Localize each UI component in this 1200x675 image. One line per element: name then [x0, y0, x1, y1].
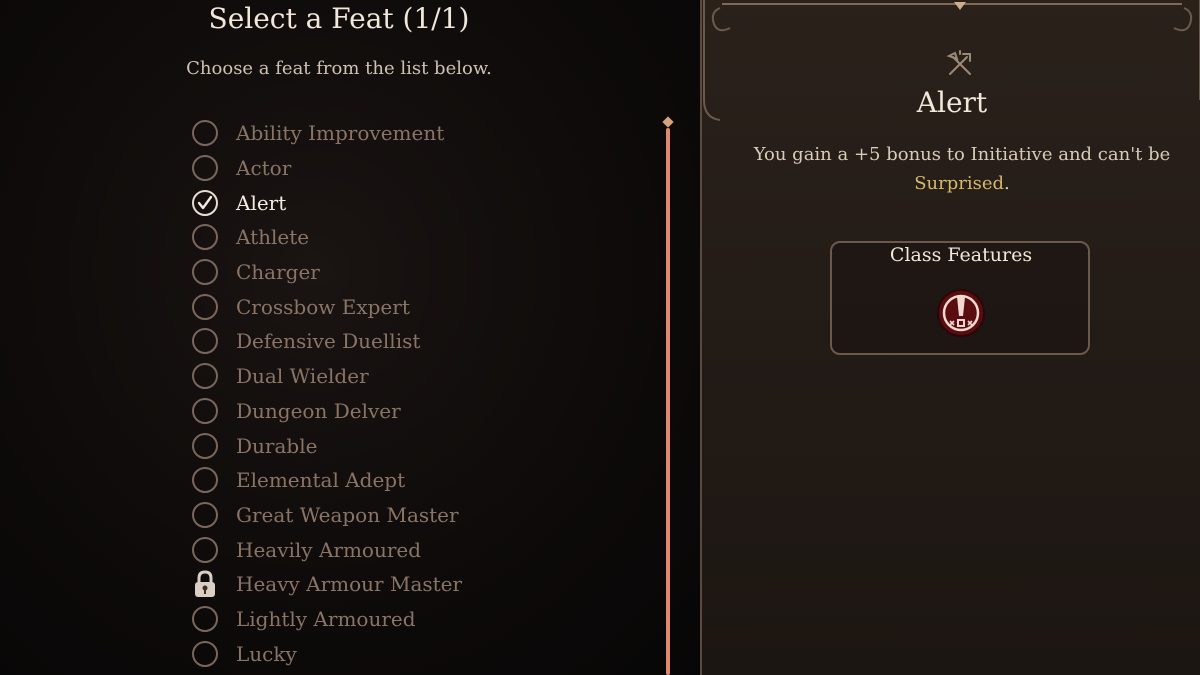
description-text: You gain a +5 bonus to Initiative and ca… — [753, 144, 1171, 165]
radio-icon[interactable] — [192, 224, 218, 251]
feat-label: Lightly Armoured — [236, 606, 416, 631]
page-subtitle: Choose a feat from the list below. — [186, 58, 492, 79]
feat-label: Athlete — [236, 225, 310, 250]
checkmark-icon — [197, 195, 213, 209]
radio-icon[interactable] — [192, 397, 218, 424]
page-title: Select a Feat (1/1) — [208, 2, 470, 35]
lock-icon — [195, 570, 215, 598]
feat-label: Lucky — [236, 641, 297, 666]
feat-label: Elemental Adept — [236, 468, 406, 493]
feat-label: Dual Wielder — [236, 364, 369, 389]
crossed-weapons-icon — [946, 50, 971, 75]
feat-label: Heavily Armoured — [236, 537, 422, 562]
feat-label: Heavy Armour Master — [236, 572, 463, 597]
feat-label: Dungeon Delver — [236, 398, 401, 423]
feat-item[interactable]: Charger — [190, 255, 610, 290]
feat-item[interactable]: Lightly Armoured — [190, 602, 610, 637]
feat-item[interactable]: Durable — [190, 428, 610, 463]
radio-icon[interactable] — [192, 432, 218, 459]
radio-icon[interactable] — [192, 467, 218, 494]
feat-item[interactable]: Defensive Duellist — [190, 324, 610, 359]
feat-label: Ability Improvement — [236, 121, 445, 146]
feat-item[interactable]: Dual Wielder — [190, 359, 610, 394]
feat-item[interactable]: Actor — [190, 151, 610, 186]
radio-icon[interactable] — [192, 328, 218, 355]
feat-item[interactable]: Ability Improvement — [190, 116, 610, 151]
scrollbar-top-ornament — [662, 116, 674, 128]
feat-item[interactable]: Dungeon Delver — [190, 394, 610, 429]
feat-item[interactable]: Crossbow Expert — [190, 289, 610, 324]
feat-selection-panel: Select a Feat (1/1) Choose a feat from t… — [0, 0, 700, 675]
feat-item[interactable]: Heavily Armoured — [190, 532, 610, 567]
radio-icon[interactable] — [192, 293, 218, 320]
radio-icon[interactable] — [192, 605, 218, 632]
feat-label: Defensive Duellist — [236, 329, 421, 354]
radio-icon[interactable] — [192, 501, 218, 528]
radio-icon[interactable] — [192, 640, 218, 667]
class-features-box: Class Features — [830, 241, 1090, 355]
radio-icon[interactable] — [192, 259, 218, 286]
scrollbar[interactable] — [666, 128, 670, 675]
feat-item[interactable]: Athlete — [190, 220, 610, 255]
feat-description: You gain a +5 bonus to Initiative and ca… — [742, 140, 1182, 198]
radio-icon[interactable] — [192, 363, 218, 390]
radio-icon[interactable] — [192, 155, 218, 182]
feat-label: Great Weapon Master — [236, 502, 459, 527]
feat-label: Alert — [236, 190, 287, 215]
radio-checked-icon[interactable] — [192, 189, 218, 216]
radio-icon[interactable] — [192, 536, 218, 563]
feat-detail-panel: Alert You gain a +5 bonus to Initiative … — [700, 0, 1200, 675]
feat-item[interactable]: Lucky — [190, 636, 610, 671]
feat-label: Crossbow Expert — [236, 294, 410, 319]
feat-item[interactable]: Heavy Armour Master — [190, 567, 610, 602]
surprised-keyword-link[interactable]: Surprised — [914, 173, 1004, 194]
feat-item[interactable]: Elemental Adept — [190, 463, 610, 498]
feat-item[interactable]: Alert — [190, 185, 610, 220]
feat-item[interactable]: Great Weapon Master — [190, 498, 610, 533]
radio-icon[interactable] — [192, 120, 218, 147]
class-features-title: Class Features — [889, 244, 1033, 266]
feat-label: Actor — [236, 156, 292, 181]
feat-name: Alert — [916, 86, 988, 119]
description-suffix: . — [1004, 173, 1010, 194]
alert-exclamation-icon[interactable] — [936, 288, 986, 338]
feat-label: Durable — [236, 433, 318, 458]
feat-list: Ability Improvement Actor Alert Athlete Char… — [190, 116, 610, 671]
feat-label: Charger — [236, 260, 320, 285]
